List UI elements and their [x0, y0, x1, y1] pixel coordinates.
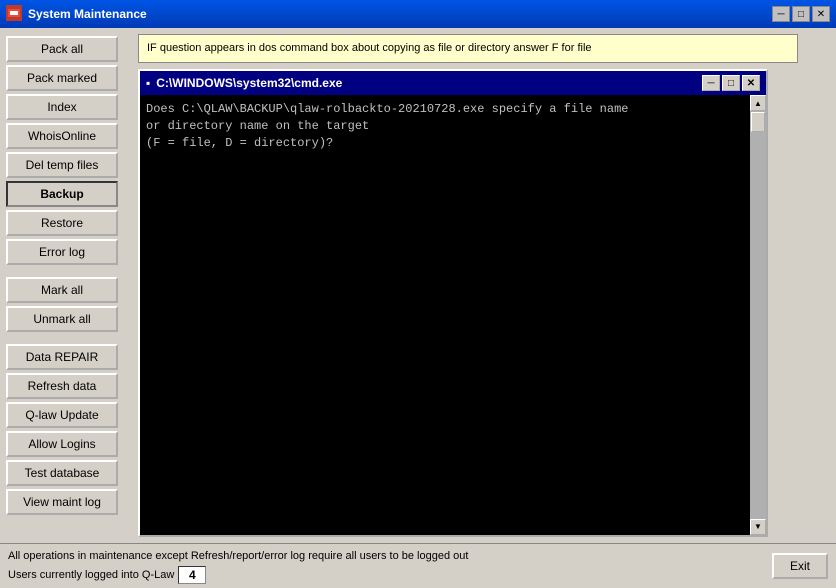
sidebar-item-whois-online[interactable]: WhoisOnline — [6, 123, 118, 149]
sidebar-item-test-database[interactable]: Test database — [6, 460, 118, 486]
sidebar-item-unmark-all[interactable]: Unmark all — [6, 306, 118, 332]
status-messages: All operations in maintenance except Ref… — [8, 548, 468, 585]
close-button[interactable]: ✕ — [812, 6, 830, 22]
sidebar-item-mark-all[interactable]: Mark all — [6, 277, 118, 303]
minimize-button[interactable]: ─ — [772, 6, 790, 22]
maximize-button[interactable]: □ — [792, 6, 810, 22]
sidebar-item-restore[interactable]: Restore — [6, 210, 118, 236]
cmd-output: Does C:\QLAW\BACKUP\qlaw-rolbackto-20210… — [140, 95, 750, 534]
sidebar-separator — [6, 268, 124, 274]
exit-button[interactable]: Exit — [772, 553, 828, 579]
status-line1: All operations in maintenance except Ref… — [8, 548, 468, 565]
info-box: IF question appears in dos command box a… — [138, 34, 798, 63]
info-text: IF question appears in dos command box a… — [147, 42, 592, 54]
sidebar-item-del-temp-files[interactable]: Del temp files — [6, 152, 118, 178]
cmd-window: ▪ C:\WINDOWS\system32\cmd.exe ─ □ ✕ Does… — [138, 69, 768, 536]
sidebar-item-q-law-update[interactable]: Q-law Update — [6, 402, 118, 428]
main-panel: IF question appears in dos command box a… — [130, 28, 836, 543]
status-line2: Users currently logged into Q-Law — [8, 567, 174, 584]
status-bar: All operations in maintenance except Ref… — [0, 543, 836, 588]
sidebar-item-backup[interactable]: Backup — [6, 181, 118, 207]
sidebar-item-allow-logins[interactable]: Allow Logins — [6, 431, 118, 457]
cmd-title-text: C:\WINDOWS\system32\cmd.exe — [156, 76, 696, 90]
cmd-body-wrapper: Does C:\QLAW\BACKUP\qlaw-rolbackto-20210… — [140, 95, 766, 534]
scroll-track — [750, 111, 766, 518]
app-icon — [6, 5, 22, 24]
scroll-down-button[interactable]: ▼ — [750, 519, 766, 535]
scroll-thumb[interactable] — [751, 112, 765, 132]
window-controls: ─ □ ✕ — [772, 6, 830, 22]
cmd-icon: ▪ — [146, 76, 150, 90]
app-title-bar: System Maintenance ─ □ ✕ — [0, 0, 836, 28]
cmd-scrollbar: ▲ ▼ — [750, 95, 766, 534]
cmd-close-button[interactable]: ✕ — [742, 75, 760, 91]
sidebar: Pack all Pack marked Index WhoisOnline Del t… — [0, 28, 130, 543]
users-logged-row: Users currently logged into Q-Law 4 — [8, 566, 468, 584]
sidebar-item-refresh-data[interactable]: Refresh data — [6, 373, 118, 399]
sidebar-item-pack-all[interactable]: Pack all — [6, 36, 118, 62]
app-title: System Maintenance — [28, 7, 766, 21]
sidebar-item-view-maint-log[interactable]: View maint log — [6, 489, 118, 515]
cmd-minimize-button[interactable]: ─ — [702, 75, 720, 91]
content-area: Pack all Pack marked Index WhoisOnline Del t… — [0, 28, 836, 543]
sidebar-item-error-log[interactable]: Error log — [6, 239, 118, 265]
sidebar-separator — [6, 335, 124, 341]
users-count: 4 — [178, 566, 206, 584]
scroll-up-button[interactable]: ▲ — [750, 95, 766, 111]
cmd-maximize-button[interactable]: □ — [722, 75, 740, 91]
cmd-controls: ─ □ ✕ — [702, 75, 760, 91]
sidebar-item-index[interactable]: Index — [6, 94, 118, 120]
cmd-title-bar: ▪ C:\WINDOWS\system32\cmd.exe ─ □ ✕ — [140, 71, 766, 95]
main-container: Pack all Pack marked Index WhoisOnline Del t… — [0, 28, 836, 588]
sidebar-item-data-repair[interactable]: Data REPAIR — [6, 344, 118, 370]
sidebar-item-pack-marked[interactable]: Pack marked — [6, 65, 118, 91]
